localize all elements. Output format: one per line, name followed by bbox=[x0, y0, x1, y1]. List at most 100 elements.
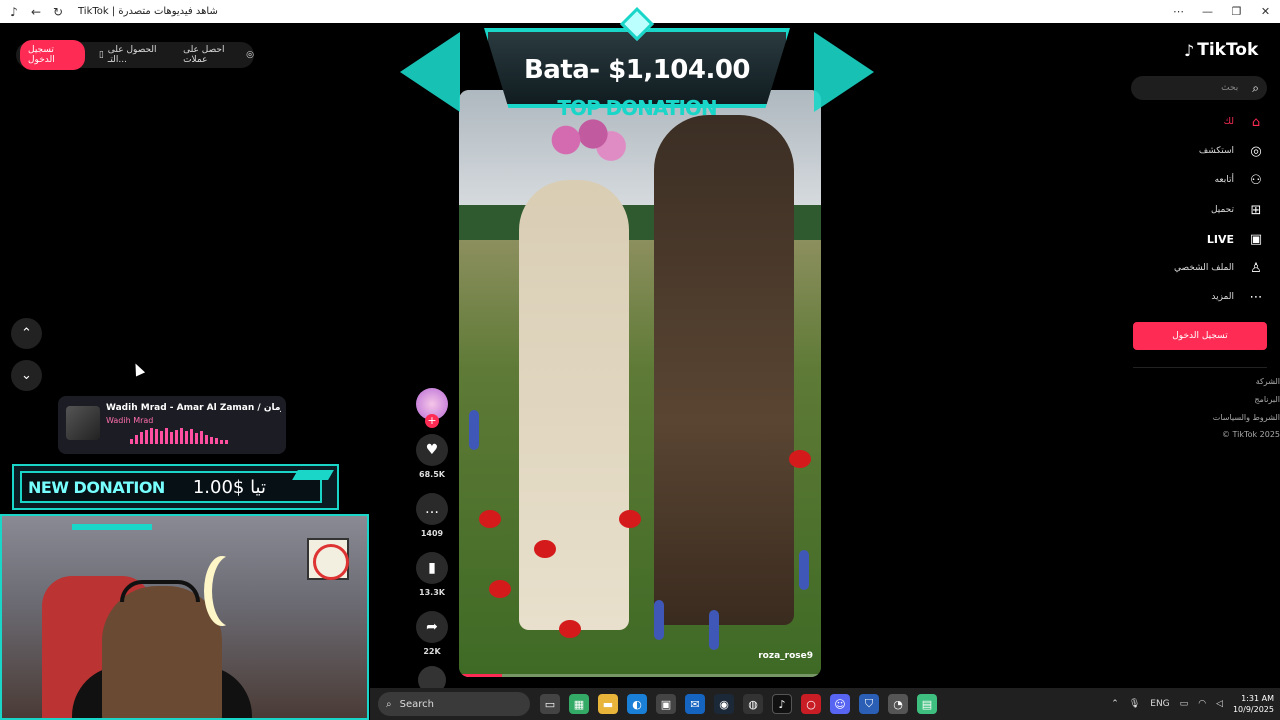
sidebar-item-label: استكشف bbox=[1198, 146, 1234, 156]
following-icon: ⚇ bbox=[1250, 172, 1262, 188]
top-login-button[interactable]: تسجيل الدخول bbox=[20, 40, 85, 70]
file-explorer-icon[interactable]: ▬ bbox=[598, 694, 618, 714]
app-icon[interactable]: ▤ bbox=[917, 694, 937, 714]
streamer-webcam bbox=[0, 514, 369, 720]
video-progress-fill bbox=[459, 674, 503, 677]
lupin bbox=[469, 410, 479, 450]
bride-figure bbox=[519, 180, 629, 630]
lupin bbox=[709, 610, 719, 650]
previous-video-button[interactable]: ⌃ bbox=[11, 318, 42, 349]
comment-count: 1409 bbox=[420, 529, 444, 538]
streamer bbox=[102, 586, 222, 718]
video-player[interactable]: roza_rose9 bbox=[459, 90, 821, 677]
search-icon[interactable]: ⌕ bbox=[1252, 81, 1259, 96]
home-icon: ⌂ bbox=[1251, 114, 1261, 130]
display-icon[interactable]: ▭ bbox=[1180, 699, 1189, 709]
footer-company-link[interactable]: الشركة bbox=[1256, 377, 1280, 386]
store-icon[interactable]: ▣ bbox=[656, 694, 676, 714]
top-actions-bar: تسجيل الدخول ▯ الحصول على التـ... احصل ع… bbox=[16, 40, 254, 70]
taskbar-apps: ▭ ▦ ▬ ◐ ▣ ✉ ◉ ◍ ♪ ○ ☺ ⛉ ◔ ▤ bbox=[540, 694, 937, 714]
right-chevron-decoration bbox=[814, 32, 874, 112]
get-coins-button[interactable]: احصل على عملات ◎ bbox=[183, 45, 254, 65]
video-app-icon[interactable]: ◍ bbox=[743, 694, 763, 714]
search-placeholder: بحث bbox=[1221, 83, 1239, 93]
save-button[interactable]: ▮ bbox=[416, 552, 448, 584]
music-artist: Wadih Mrad bbox=[106, 416, 154, 425]
tiktok-note-icon: ♪ bbox=[1184, 40, 1195, 60]
sidebar-item-label: تحميل bbox=[1210, 205, 1234, 215]
album-cover bbox=[66, 406, 100, 440]
footer-terms-link[interactable]: الشروط والسياسات bbox=[1213, 413, 1280, 422]
taskbar-clock[interactable]: 1:31 AM 10/9/2025 bbox=[1233, 693, 1274, 715]
obs-icon[interactable]: ◔ bbox=[888, 694, 908, 714]
moon-lamp bbox=[212, 556, 248, 626]
poppy bbox=[489, 580, 511, 598]
maximize-button[interactable]: ❐ bbox=[1222, 5, 1251, 18]
like-count: 68.5K bbox=[419, 470, 445, 479]
get-coins-label: احصل على عملات bbox=[183, 45, 225, 65]
shield-icon[interactable]: ⛉ bbox=[859, 694, 879, 714]
tiktok-logo[interactable]: ♪ TikTok bbox=[1184, 40, 1258, 60]
sidebar-item-upload[interactable]: تحميل ⊞ bbox=[1211, 202, 1264, 218]
like-button[interactable]: ♥ bbox=[416, 434, 448, 466]
share-count: 22K bbox=[423, 647, 441, 656]
edge-icon[interactable]: ◐ bbox=[627, 694, 647, 714]
close-button[interactable]: ✕ bbox=[1251, 5, 1280, 18]
menu-button[interactable]: ⋯ bbox=[1164, 5, 1193, 18]
new-donation-amount: تيا $1.00 bbox=[192, 476, 266, 498]
sidebar-item-more[interactable]: المزيد ⋯ bbox=[1211, 289, 1264, 305]
share-button[interactable]: ➦ bbox=[416, 611, 448, 643]
opera-icon[interactable]: ○ bbox=[801, 694, 821, 714]
volume-icon[interactable]: ◁ bbox=[1216, 699, 1223, 709]
sidebar-item-explore[interactable]: استكشف ◎ bbox=[1199, 143, 1264, 159]
creator-avatar[interactable]: + bbox=[416, 388, 448, 428]
top-donation-label: TOP DONATION bbox=[557, 96, 717, 120]
network-icon[interactable]: ◠ bbox=[1198, 699, 1206, 709]
task-view-icon[interactable]: ▭ bbox=[540, 694, 560, 714]
compass-icon: ◎ bbox=[1250, 143, 1262, 159]
sidebar-item-profile[interactable]: الملف الشخصي ♙ bbox=[1174, 260, 1264, 276]
back-icon[interactable]: ← bbox=[28, 4, 44, 20]
get-app-label: الحصول على التـ... bbox=[107, 45, 157, 65]
follow-plus-icon[interactable]: + bbox=[425, 414, 439, 428]
video-progress-bar[interactable] bbox=[459, 674, 821, 677]
phone-icon: ▯ bbox=[98, 50, 104, 60]
next-video-button[interactable]: ⌄ bbox=[11, 360, 42, 391]
footer-program-link[interactable]: البرنامج bbox=[1254, 395, 1280, 404]
taskbar-search-label: Search bbox=[399, 698, 434, 710]
steam-icon[interactable]: ◉ bbox=[714, 694, 734, 714]
live-icon: ▣ bbox=[1249, 231, 1263, 247]
sidebar-item-following[interactable]: أتابعه ⚇ bbox=[1215, 172, 1264, 188]
language-indicator[interactable]: ENG bbox=[1150, 699, 1169, 709]
poppy bbox=[559, 620, 581, 638]
tiktok-app-icon[interactable]: ♪ bbox=[772, 694, 792, 714]
window-controls: ⋯ — ❐ ✕ bbox=[1164, 5, 1280, 18]
sidebar-item-label: لك bbox=[1223, 117, 1234, 127]
no-smoking-sign bbox=[307, 538, 349, 580]
outlook-icon[interactable]: ✉ bbox=[685, 694, 705, 714]
bookmark-icon: ▮ bbox=[428, 560, 436, 576]
video-watermark: roza_rose9 bbox=[758, 651, 813, 661]
minimize-button[interactable]: — bbox=[1193, 5, 1222, 18]
windows-taskbar: ⌕ Search ▭ ▦ ▬ ◐ ▣ ✉ ◉ ◍ ♪ ○ ☺ ⛉ ◔ ▤ ⌃ 🎙… bbox=[370, 688, 1280, 720]
sidebar-item-foryou[interactable]: لك ⌂ bbox=[1224, 114, 1264, 130]
more-icon: ⋯ bbox=[1249, 289, 1263, 305]
widgets-icon[interactable]: ▦ bbox=[569, 694, 589, 714]
comment-button[interactable]: … bbox=[416, 493, 448, 525]
sidebar-item-label: أتابعه bbox=[1214, 175, 1234, 185]
sidebar-login-button[interactable]: تسجيل الدخول bbox=[1133, 322, 1267, 350]
reload-icon[interactable]: ↻ bbox=[50, 4, 66, 20]
tree-man-figure bbox=[654, 115, 794, 625]
music-widget: Wadih Mrad - Amar Al Zaman / زمان... Wad… bbox=[58, 396, 286, 454]
chevron-up-icon[interactable]: ⌃ bbox=[1111, 699, 1119, 709]
sidebar-divider bbox=[1133, 367, 1267, 368]
get-app-button[interactable]: ▯ الحصول على التـ... bbox=[99, 45, 169, 65]
discord-icon[interactable]: ☺ bbox=[830, 694, 850, 714]
taskbar-search[interactable]: ⌕ Search bbox=[378, 692, 530, 716]
sidebar-item-label: LIVE bbox=[1206, 232, 1234, 246]
microphone-icon[interactable]: 🎙 bbox=[1129, 699, 1140, 709]
new-donation-inner: NEW DONATION تيا $1.00 bbox=[20, 471, 322, 503]
sidebar-item-live[interactable]: LIVE ▣ bbox=[1207, 231, 1264, 247]
headset bbox=[120, 580, 200, 602]
search-input[interactable]: بحث ⌕ bbox=[1131, 76, 1267, 100]
